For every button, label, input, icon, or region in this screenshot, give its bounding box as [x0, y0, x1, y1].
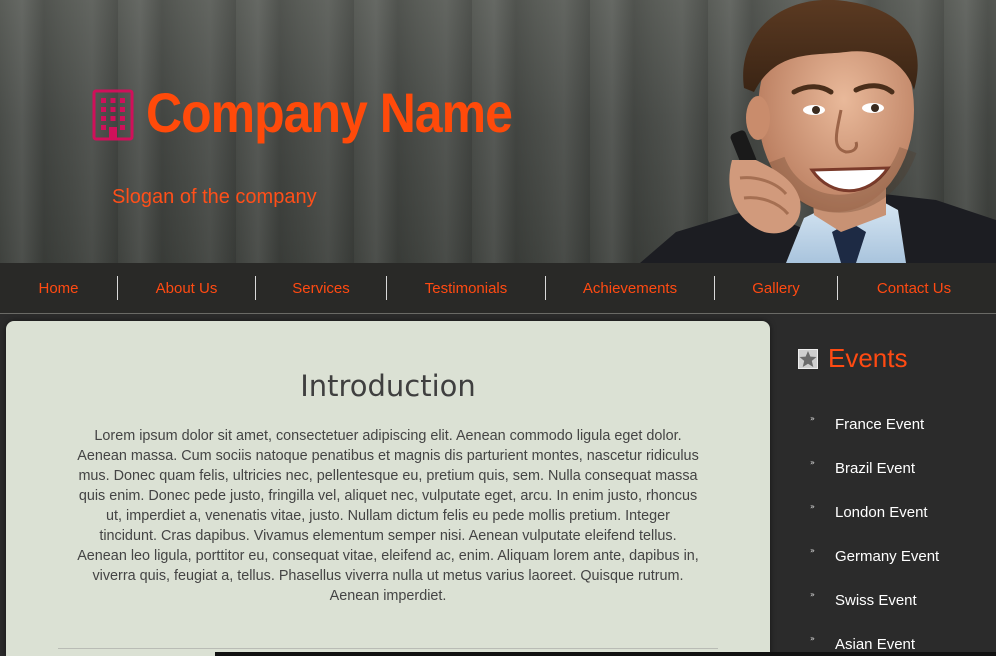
events-header: Events: [798, 343, 908, 374]
nav-home[interactable]: Home: [0, 280, 117, 297]
content-divider: [58, 648, 718, 649]
event-label: London Event: [835, 503, 928, 521]
nav-achievements[interactable]: Achievements: [546, 280, 714, 297]
nav-contact-us[interactable]: Contact Us: [838, 280, 990, 297]
nav-about-us[interactable]: About Us: [118, 280, 255, 297]
event-label: France Event: [835, 415, 925, 433]
events-title: Events: [828, 343, 908, 373]
intro-paragraph: Lorem ipsum dolor sit amet, consectetuer…: [77, 428, 699, 604]
event-item-france[interactable]: » France Event: [810, 413, 996, 435]
bullet-icon: »: [810, 546, 815, 555]
bullet-icon: »: [810, 634, 815, 643]
event-label: Swiss Event: [835, 591, 917, 609]
company-name: Company Name: [146, 81, 513, 145]
event-item-brazil[interactable]: » Brazil Event: [810, 457, 996, 479]
site-header: Company Name Slogan of the company: [0, 0, 996, 263]
star-badge-icon: [798, 348, 818, 369]
building-icon: [92, 89, 134, 141]
event-label: Asian Event: [835, 635, 916, 653]
event-item-swiss[interactable]: » Swiss Event: [810, 589, 996, 611]
bullet-icon: »: [810, 458, 815, 467]
page-title: Introduction: [300, 369, 476, 403]
bullet-icon: »: [810, 502, 815, 511]
nav-services[interactable]: Services: [256, 280, 386, 297]
event-label: Germany Event: [835, 547, 940, 565]
main-content-panel: Introduction Lorem ipsum dolor sit amet,…: [6, 321, 770, 656]
nav-gallery[interactable]: Gallery: [715, 280, 837, 297]
event-item-germany[interactable]: » Germany Event: [810, 545, 996, 567]
event-item-london[interactable]: » London Event: [810, 501, 996, 523]
bullet-icon: »: [810, 590, 815, 599]
logo[interactable]: Company Name: [92, 82, 513, 144]
bullet-icon: »: [810, 414, 815, 423]
main-navigation: Home About Us Services Testimonials Achi…: [0, 263, 996, 314]
events-sidebar: Events » France Event » Brazil Event » L…: [780, 321, 996, 656]
nav-testimonials[interactable]: Testimonials: [387, 280, 545, 297]
footer-edge: [215, 652, 996, 656]
company-slogan: Slogan of the company: [112, 186, 317, 208]
businessman-photo: [640, 0, 996, 263]
event-label: Brazil Event: [835, 459, 916, 477]
